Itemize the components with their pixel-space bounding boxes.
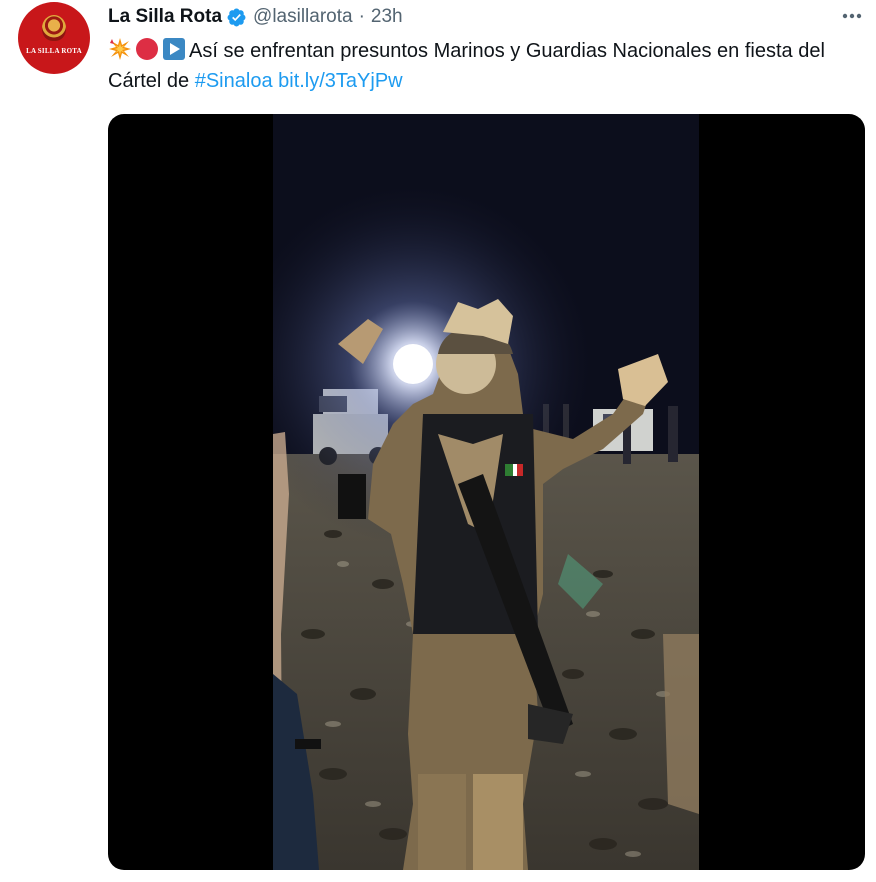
video-player[interactable]: [108, 114, 865, 870]
avatar[interactable]: LA SILLA ROTA: [18, 2, 90, 74]
url-link[interactable]: bit.ly/3TaYjPw: [278, 70, 403, 92]
more-options-icon[interactable]: [838, 6, 866, 26]
ellipsis-icon: [842, 13, 862, 19]
video-scene-image: [273, 114, 699, 870]
collision-emoji-icon: [109, 38, 131, 60]
display-name[interactable]: La Silla Rota: [108, 6, 222, 28]
tweet-text: Así se enfrentan presuntos Marinos y Gua…: [108, 36, 848, 96]
separator-dot: ·: [358, 6, 365, 27]
user-handle[interactable]: @lasillarota: [253, 6, 353, 28]
tweet-header: La Silla Rota @lasillarota · 23h: [108, 4, 403, 30]
red-circle-emoji-icon: [136, 38, 158, 60]
logo-emblem-icon: [42, 15, 66, 41]
avatar-logo-text: LA SILLA ROTA: [26, 47, 82, 55]
timestamp[interactable]: 23h: [371, 6, 403, 28]
verified-badge-icon: [227, 8, 246, 26]
tweet[interactable]: LA SILLA ROTA La Silla Rota @lasillarota…: [0, 0, 876, 882]
video-thumbnail: [273, 114, 699, 870]
hashtag-link[interactable]: #Sinaloa: [195, 70, 273, 92]
play-button-emoji-icon: [163, 38, 185, 60]
